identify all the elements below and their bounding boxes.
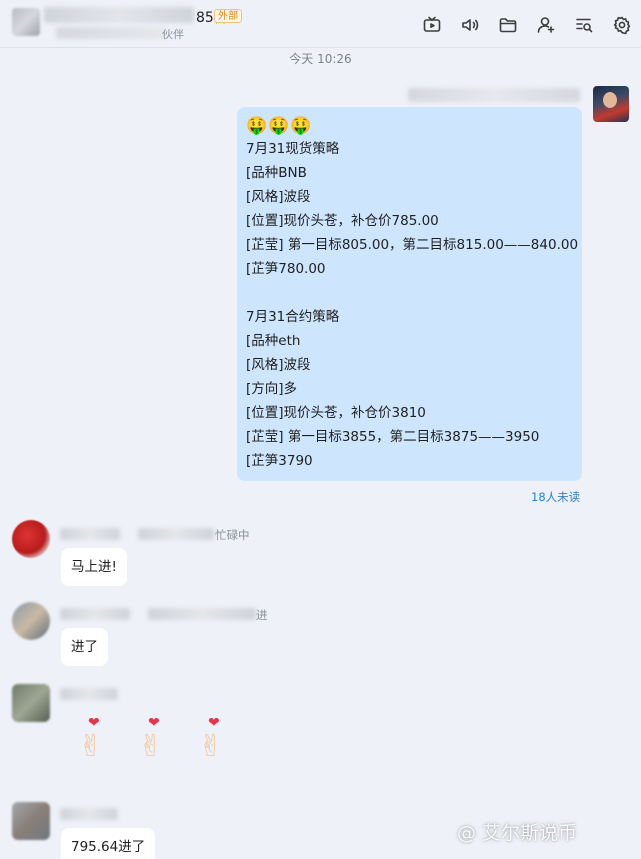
external-badge: 外部 (214, 9, 242, 23)
chat-header: 85群 外部 伙伴 (0, 0, 641, 48)
sender-name-redacted (408, 88, 580, 102)
member-avatar[interactable] (12, 684, 50, 722)
message-line: [方向]多 (246, 381, 298, 397)
folder-icon[interactable] (495, 12, 521, 38)
message-line: [位置]现价头苍，补仓价3810 (246, 405, 426, 421)
gear-icon[interactable] (609, 12, 635, 38)
incoming-message-bubble[interactable]: 795.64进了 (61, 828, 156, 859)
group-title-redacted (44, 7, 194, 23)
message-line: [芷莹] 第一目标3855，第二目标3875——3950 (246, 429, 540, 445)
tv-icon[interactable] (419, 12, 445, 38)
read-status-link[interactable]: 18人未读 (531, 489, 580, 505)
message-line: [品种eth (246, 333, 301, 349)
message-line: 7月31现货策略 (246, 141, 340, 157)
member-name-redacted (60, 808, 118, 820)
finger-heart-icon: ❤ ✌ (138, 715, 164, 764)
member-avatar[interactable] (12, 520, 50, 558)
member-name-redacted (60, 688, 118, 700)
emoji-row: 🤑🤑🤑 (246, 116, 313, 136)
incoming-message-bubble[interactable]: 进了 (61, 628, 108, 666)
member-name-redacted (60, 528, 120, 540)
finger-heart-icon: ❤ ✌ (78, 715, 104, 764)
search-list-icon[interactable] (571, 12, 597, 38)
message-timestamp: 今天 10:26 (289, 52, 352, 66)
outgoing-message-bubble[interactable]: 🤑🤑🤑 7月31现货策略 [品种BNB [风格]波段 [位置]现价头苍，补仓价7… (237, 107, 582, 481)
group-avatar[interactable] (12, 8, 40, 36)
message-line: [风格]波段 (246, 189, 311, 205)
member-status: 进 (256, 608, 268, 622)
speaker-icon[interactable] (457, 12, 483, 38)
message-line: 7月31合约策略 (246, 309, 340, 325)
add-user-icon[interactable] (533, 12, 559, 38)
finger-heart-emoji-row[interactable]: ❤ ✌ ❤ ✌ ❤ ✌ (78, 716, 234, 774)
member-name-redacted (60, 608, 130, 620)
message-line: [芷莹] 第一目标805.00，第二目标815.00——840.00 (246, 237, 579, 253)
message-line: [位置]现价头苍，补仓价785.00 (246, 213, 439, 229)
member-org-redacted (138, 528, 214, 540)
group-subtitle-redacted (56, 27, 166, 39)
message-line: [风格]波段 (246, 357, 311, 373)
header-toolbar (419, 12, 635, 38)
message-line: [芷笋3790 (246, 453, 313, 469)
member-avatar[interactable] (12, 602, 50, 640)
incoming-message-bubble[interactable]: 马上进! (61, 548, 127, 586)
message-line: [品种BNB (246, 165, 307, 181)
watermark: @ 艾尔斯说币 (457, 822, 578, 844)
group-subtitle: 伙伴 (162, 28, 184, 41)
finger-heart-icon: ❤ ✌ (198, 715, 224, 764)
member-avatar[interactable] (12, 802, 50, 840)
member-status: 忙碌中 (215, 528, 250, 542)
message-line: [芷笋780.00 (246, 261, 326, 277)
member-org-redacted (148, 608, 256, 620)
self-avatar[interactable] (593, 86, 629, 122)
